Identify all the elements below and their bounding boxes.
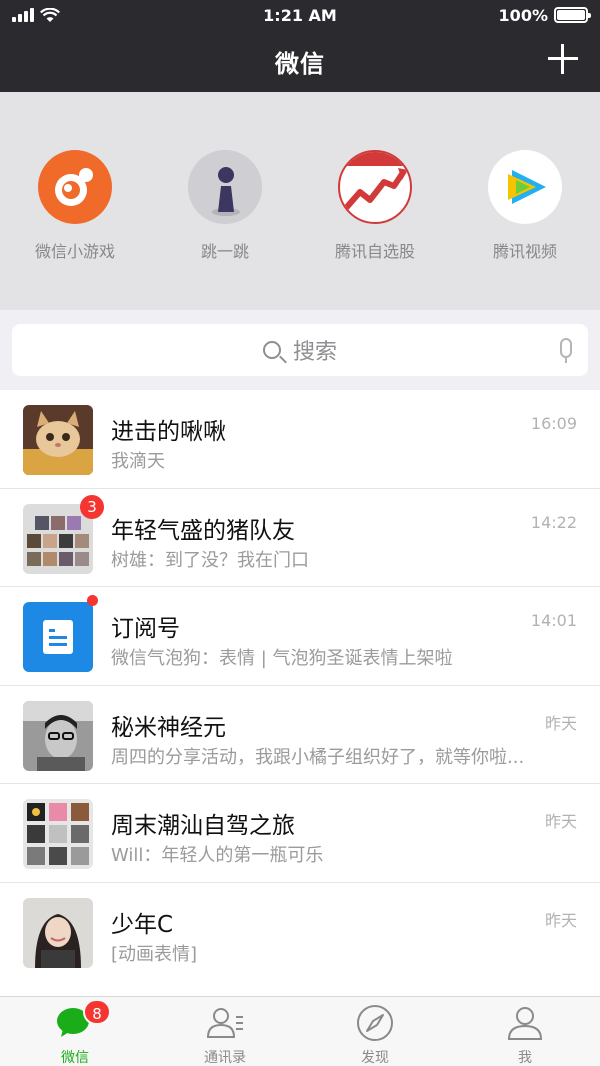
chat-time: 昨天 (544, 812, 577, 832)
chat-name: 少年C (111, 911, 174, 938)
chat-row[interactable]: 订阅号 微信气泡狗：表情 | 气泡狗圣诞表情上架啦 14:01 (0, 587, 600, 686)
search-icon (262, 341, 281, 359)
tab-chats[interactable]: 8 微信 (0, 997, 150, 1066)
add-plus-icon[interactable] (548, 44, 578, 74)
chat-row[interactable]: 秘米神经元 周四的分享活动，我跟小橘子组织好了，就等你啦... 昨天 (0, 686, 600, 785)
jump-piece-icon (188, 150, 262, 224)
chat-time: 16:09 (530, 414, 577, 433)
status-bar: 1:21 AM 100% (0, 0, 600, 30)
subscription-icon (23, 602, 93, 673)
video-play-icon (488, 150, 562, 224)
chat-last-message: 微信气泡狗：表情 | 气泡狗圣诞表情上架啦 (111, 648, 453, 670)
battery-icon (553, 7, 591, 23)
nav-bar: 微信 (0, 30, 600, 92)
chat-time: 14:01 (530, 611, 577, 631)
chat-row[interactable]: 3 年轻气盛的猪队友 树雄：到了没？我在门口 14:22 (0, 489, 600, 588)
avatar (23, 700, 93, 771)
group-avatar (23, 799, 93, 870)
battery-percent: 100% (498, 5, 548, 25)
search-area: 搜索 (0, 310, 600, 390)
tab-contacts[interactable]: 通讯录 (150, 997, 300, 1066)
stock-chart-icon (338, 150, 412, 224)
chat-list: 进击的啾啾 我滴天 16:09 3 年轻气盛的猪队友 树雄：到了没？我在门口 1… (0, 390, 600, 996)
chat-last-message: 树雄：到了没？我在门口 (111, 549, 309, 571)
top-bar: 1:21 AM 100% 微信 (0, 0, 600, 92)
chat-last-message: Will：年轻人的第一瓶可乐 (111, 845, 324, 867)
search-input[interactable]: 搜索 (12, 324, 588, 376)
chat-bubble-icon: 8 (55, 999, 111, 1043)
tab-bar: 8 微信 通讯录 发现 我 (0, 996, 600, 1066)
mini-program-jump[interactable]: 跳一跳 (150, 150, 300, 262)
tab-discover[interactable]: 发现 (300, 997, 450, 1066)
mini-programs-panel: 微信小游戏 跳一跳 腾讯自选股 腾讯视频 (0, 92, 600, 310)
search-placeholder: 搜索 (292, 340, 337, 365)
mini-program-stock[interactable]: 腾讯自选股 (300, 150, 450, 262)
signal-icon (12, 8, 34, 22)
chat-row[interactable]: 少年C [动画表情] 昨天 (0, 883, 600, 982)
chat-row[interactable]: 周末潮汕自驾之旅 Will：年轻人的第一瓶可乐 昨天 (0, 784, 600, 883)
unread-badge: 8 (83, 999, 111, 1025)
chat-name: 年轻气盛的猪队友 (111, 517, 295, 544)
avatar (23, 897, 93, 968)
chat-name: 订阅号 (111, 616, 180, 643)
compass-icon (355, 1003, 395, 1043)
mini-program-label: 腾讯视频 (492, 242, 557, 261)
tab-label: 我 (518, 1050, 532, 1066)
chat-time: 14:22 (530, 512, 577, 532)
tab-me[interactable]: 我 (450, 997, 600, 1066)
tab-label: 微信 (61, 1050, 89, 1066)
unread-dot (87, 595, 98, 607)
mini-program-label: 腾讯自选股 (334, 242, 415, 261)
chat-time: 昨天 (544, 910, 577, 930)
chat-last-message: [动画表情] (111, 943, 198, 965)
chat-last-message: 周四的分享活动，我跟小橘子组织好了，就等你啦... (111, 746, 525, 768)
contacts-icon (205, 1003, 245, 1043)
chat-name: 进击的啾啾 (111, 419, 226, 445)
chat-time: 昨天 (544, 713, 577, 733)
microphone-icon[interactable] (560, 338, 572, 363)
page-title: 微信 (275, 49, 325, 78)
mini-program-game[interactable]: 微信小游戏 (0, 150, 150, 262)
chat-row[interactable]: 进击的啾啾 我滴天 16:09 (0, 390, 600, 489)
mini-program-label: 跳一跳 (200, 242, 249, 261)
chat-name: 秘米神经元 (111, 714, 226, 741)
tab-label: 发现 (361, 1050, 389, 1066)
mini-program-video[interactable]: 腾讯视频 (450, 150, 600, 262)
unread-badge: 3 (80, 494, 104, 519)
status-time: 1:21 AM (263, 5, 337, 25)
chat-name: 周末潮汕自驾之旅 (111, 813, 295, 840)
person-icon (505, 1003, 545, 1043)
avatar (23, 405, 93, 475)
mini-program-label: 微信小游戏 (34, 242, 115, 261)
game-icon (38, 150, 112, 224)
tab-label: 通讯录 (204, 1050, 246, 1066)
wifi-icon (40, 7, 60, 22)
chat-last-message: 我滴天 (111, 451, 165, 472)
